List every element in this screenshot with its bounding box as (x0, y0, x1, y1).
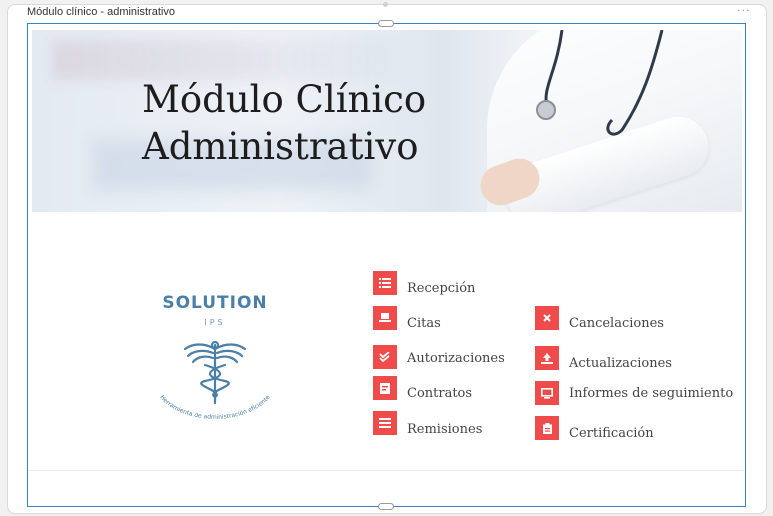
clipboard-icon (542, 422, 552, 434)
citas-label[interactable]: Citas (407, 316, 441, 331)
informes-label[interactable]: Informes de seguimiento (569, 386, 733, 401)
certificacion-button[interactable] (535, 416, 559, 440)
certificacion-label[interactable]: Certificación (569, 426, 654, 441)
recepcion-label[interactable]: Recepción (407, 281, 475, 296)
upload-icon (541, 352, 553, 364)
laptop-icon (379, 313, 391, 322)
window-title: Módulo clínico - administrativo (27, 6, 175, 18)
solution-ips-logo: SOLUTION IPS Herramienta de administraci… (145, 293, 285, 433)
cancelaciones-button[interactable] (535, 306, 559, 330)
autorizaciones-label[interactable]: Autorizaciones (407, 351, 505, 366)
resize-handle-bottom[interactable] (378, 503, 394, 510)
lines-icon (379, 418, 391, 428)
divider (28, 470, 745, 471)
contratos-button[interactable] (373, 376, 397, 400)
remisiones-label[interactable]: Remisiones (407, 422, 482, 437)
double-check-icon (379, 352, 390, 362)
drag-grip-icon[interactable] (383, 2, 388, 7)
resize-handle-top[interactable] (378, 20, 394, 27)
close-icon (543, 314, 551, 322)
remisiones-button[interactable] (373, 411, 397, 435)
actualizaciones-label[interactable]: Actualizaciones (569, 356, 672, 371)
recepcion-button[interactable] (373, 271, 397, 295)
informes-button[interactable] (535, 381, 559, 405)
more-options-icon[interactable]: ··· (737, 4, 751, 17)
caduceus-icon: Herramienta de administración eficiente (158, 340, 272, 421)
document-icon (380, 382, 390, 394)
contratos-label[interactable]: Contratos (407, 386, 472, 401)
monitor-icon (541, 387, 553, 399)
citas-button[interactable] (373, 306, 397, 330)
actualizaciones-button[interactable] (535, 346, 559, 370)
autorizaciones-button[interactable] (373, 345, 397, 369)
list-icon (379, 278, 391, 288)
cancelaciones-label[interactable]: Cancelaciones (569, 316, 664, 331)
